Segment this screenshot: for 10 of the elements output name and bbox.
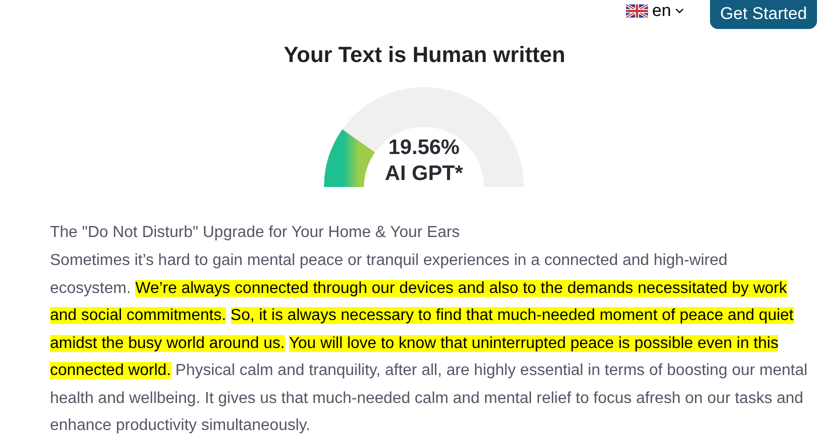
chevron-down-icon	[675, 8, 684, 14]
article-title: The "Do Not Disturb" Upgrade for Your Home & Your Ears	[50, 223, 461, 243]
get-started-button[interactable]: Get Started	[710, 0, 817, 29]
gauge-fill	[324, 130, 376, 187]
result-title: Your Text is Human written	[282, 41, 566, 69]
article-paragraph: Sometimes it’s hard to gain mental peace or tranquil experiences in a connected and high-wired ecosystem. We’re always connected through our devices and also to the demands necessitated by work and social commitments. So, it is always necessary to find that much-needed moment of peace and quiet amidst the busy world around us. You will love to know that uninterrupted peace is possible even in this connected world. Physical calm and tranquility, after all, are highly essential in terms of boosting our mental health and wellbeing. It gives us that much-needed calm and mental relief to focus afresh on our tasks and enhance productivity simultaneously.	[50, 251, 808, 436]
language-selector[interactable]: en	[652, 2, 672, 19]
ai-score: 19.56%	[388, 135, 460, 161]
uk-flag-icon	[626, 4, 648, 18]
ai-score-label: AI GPT*	[384, 161, 464, 187]
